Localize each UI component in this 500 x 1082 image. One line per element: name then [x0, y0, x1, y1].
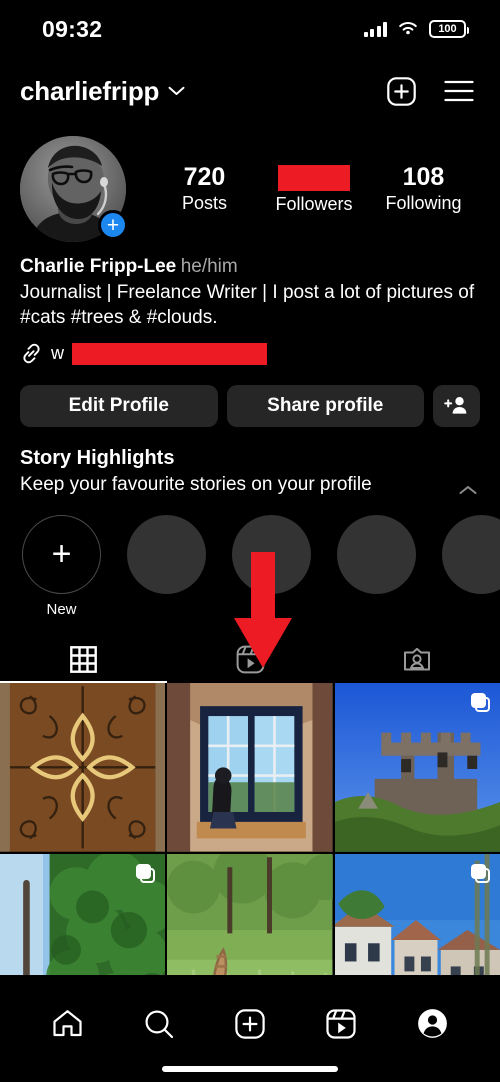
tagged-person-icon: [403, 647, 430, 671]
profile-action-buttons: Edit Profile Share profile: [0, 367, 500, 427]
highlight-new[interactable]: + New: [22, 515, 101, 618]
plus-square-icon: [235, 1008, 265, 1039]
reels-icon: [326, 1008, 356, 1039]
highlight-item[interactable]: [232, 515, 311, 595]
home-icon: [53, 1010, 82, 1037]
nav-profile[interactable]: [417, 1008, 448, 1039]
profile-summary: + 720 Posts Followers 108 Following: [0, 124, 500, 242]
profile-header: charliefripp: [0, 58, 500, 124]
nav-reels[interactable]: [326, 1008, 356, 1039]
battery-icon: 100: [429, 20, 469, 38]
account-switcher[interactable]: charliefripp: [20, 76, 185, 107]
highlight-new-label: New: [46, 601, 77, 619]
status-indicators: 100: [363, 20, 469, 38]
profile-bio: Charlie Fripp-Lee he/him Journalist | Fr…: [0, 242, 500, 367]
carousel-badge: [470, 693, 490, 713]
nav-create[interactable]: [235, 1008, 265, 1039]
status-bar: 09:32 100: [0, 0, 500, 58]
nav-search[interactable]: [144, 1009, 174, 1039]
grid-icon: [69, 646, 97, 674]
profile-tabs: [0, 636, 500, 684]
bottom-nav-icons: [0, 975, 500, 1066]
chevron-down-icon[interactable]: [168, 86, 185, 96]
edit-profile-button[interactable]: Edit Profile: [20, 384, 218, 427]
stat-posts[interactable]: 720 Posts: [166, 163, 242, 216]
story-highlights-subtitle: Keep your favourite stories on your prof…: [20, 473, 372, 495]
posts-grid: [0, 683, 500, 1023]
search-icon: [145, 1010, 174, 1038]
add-highlight-button[interactable]: +: [22, 515, 101, 595]
status-time: 09:32: [42, 15, 103, 42]
followers-count-redacted: [277, 164, 350, 191]
discover-people-button[interactable]: [433, 384, 480, 427]
link-url-redacted: [72, 342, 267, 365]
link-visible-prefix: w: [51, 343, 64, 364]
plus-square-icon[interactable]: [387, 76, 416, 106]
story-highlights-list: + New: [0, 497, 500, 618]
pronouns: he/him: [180, 256, 238, 277]
profile-avatar-icon: [417, 1009, 447, 1038]
highlight-thumbnail[interactable]: [127, 515, 206, 595]
stat-followers[interactable]: Followers: [275, 163, 352, 216]
post-ornate-iron-gate[interactable]: [0, 683, 166, 852]
bio-text: Journalist | Freelance Writer | I post a…: [20, 282, 475, 329]
bio-link-row[interactable]: w: [20, 341, 480, 367]
highlight-item[interactable]: [337, 515, 416, 595]
home-indicator: [162, 1066, 338, 1072]
carousel-badge: [470, 863, 490, 883]
header-actions: [387, 76, 474, 106]
instagram-profile-screen: 09:32 100 charliefripp + 720 Posts Follo…: [0, 0, 500, 1082]
nav-home[interactable]: [52, 1009, 83, 1038]
display-name: Charlie Fripp-Lee: [20, 256, 177, 277]
add-person-icon: [444, 397, 467, 414]
add-story-button[interactable]: +: [98, 210, 128, 240]
following-label: Following: [385, 193, 462, 214]
tab-tagged[interactable]: [333, 636, 500, 683]
posts-count: 720: [183, 162, 226, 191]
highlight-thumbnail[interactable]: [337, 515, 416, 595]
posts-label: Posts: [181, 193, 227, 214]
link-chain-icon: [23, 343, 40, 364]
following-count: 108: [402, 162, 445, 191]
tab-grid[interactable]: [0, 636, 167, 684]
highlight-thumbnail[interactable]: [442, 515, 500, 595]
highlight-thumbnail[interactable]: [232, 515, 311, 595]
bio-name-row: Charlie Fripp-Lee he/him: [20, 256, 480, 278]
share-profile-button[interactable]: Share profile: [226, 384, 424, 427]
profile-stats: 720 Posts Followers 108 Following: [126, 163, 478, 216]
stat-following[interactable]: 108 Following: [385, 163, 461, 216]
collapse-highlights-button[interactable]: [458, 483, 478, 501]
hamburger-menu-icon[interactable]: [444, 80, 474, 102]
avatar[interactable]: +: [20, 136, 128, 242]
story-highlights-section: Story Highlights Keep your favourite sto…: [0, 427, 500, 498]
post-hilltop-castle[interactable]: [334, 683, 500, 852]
cellular-signal-icon: [363, 21, 387, 37]
battery-level: 100: [438, 22, 457, 35]
followers-label: Followers: [275, 193, 353, 214]
bottom-navigation-bar: [0, 975, 500, 1082]
highlight-item[interactable]: [442, 515, 500, 595]
page-title: charliefripp: [20, 75, 160, 106]
wifi-icon: [399, 22, 417, 35]
reels-icon: [236, 645, 264, 674]
tab-reels[interactable]: [167, 636, 334, 683]
post-window-seat[interactable]: [167, 683, 333, 852]
story-highlights-title: Story Highlights: [20, 446, 175, 469]
highlight-item[interactable]: [127, 515, 206, 595]
chevron-up-icon: [459, 485, 477, 494]
carousel-badge: [136, 863, 156, 883]
